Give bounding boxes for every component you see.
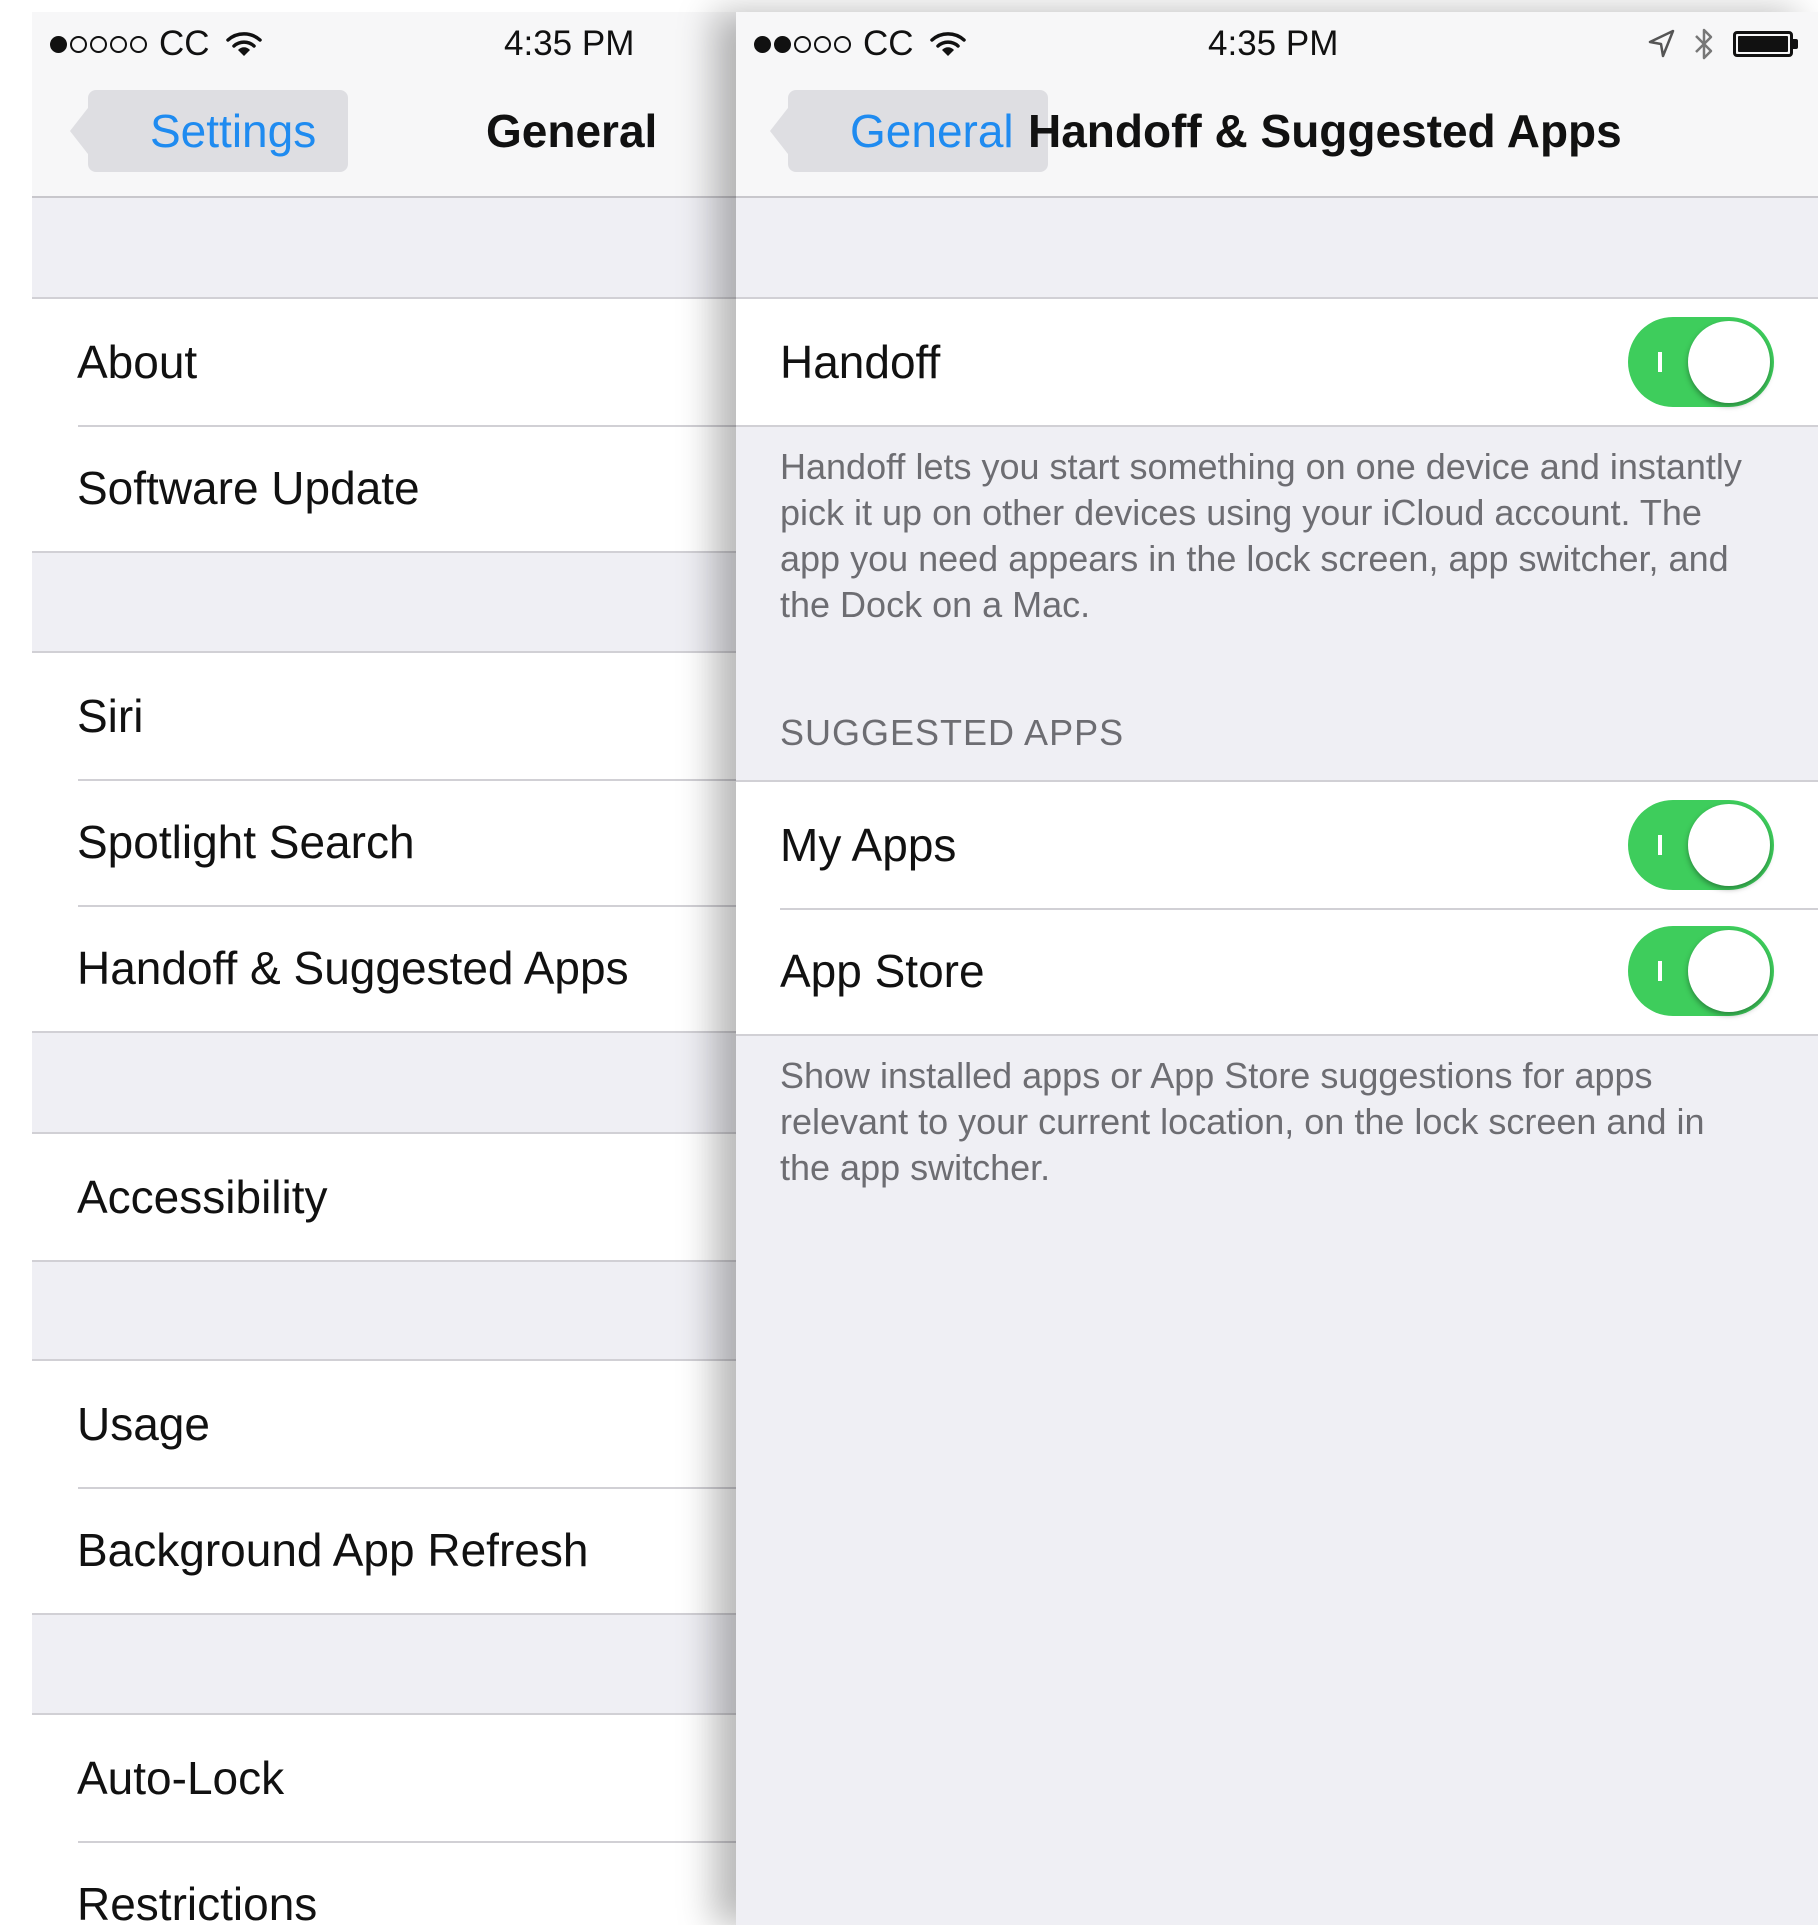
settings-row-handoff[interactable]: Handoff & Suggested Apps [32,905,757,1031]
back-button-settings[interactable]: Settings [70,90,348,172]
row-label: My Apps [780,819,957,871]
signal-strength-icon [50,35,147,53]
row-label: Spotlight Search [77,816,415,868]
settings-group-4: Usage Background App Refresh [32,1359,757,1615]
handoff-switch[interactable] [1628,317,1774,407]
row-label: App Store [780,945,985,997]
page-title: General [486,105,658,157]
my-apps-switch[interactable] [1628,800,1774,890]
settings-row-restrictions[interactable]: Restrictions [32,1841,757,1925]
row-label: Accessibility [77,1171,328,1223]
row-label: Auto-Lock [77,1752,285,1804]
row-label: Handoff & Suggested Apps [77,942,629,994]
battery-icon [1733,31,1798,57]
page-title: Handoff & Suggested Apps [1028,105,1622,157]
row-label: Software Update [77,462,420,514]
right-status-bar: CC 4:35 PM [736,22,1818,66]
settings-row-about[interactable]: About [32,299,757,425]
back-button-general[interactable]: General [770,90,1048,172]
settings-row-spotlight-search[interactable]: Spotlight Search [32,779,757,905]
settings-row-software-update[interactable]: Software Update [32,425,757,551]
app-store-switch[interactable] [1628,926,1774,1016]
row-label: Restrictions [77,1878,318,1925]
left-header: CC 4:35 PM Settings General [32,12,757,198]
settings-row-usage[interactable]: Usage [32,1361,757,1487]
general-settings-screen: CC 4:35 PM Settings General About Softwa… [32,12,757,1925]
right-header: CC 4:35 PM General Handoff & Suggested A… [736,12,1818,198]
back-button-label: Settings [150,105,317,157]
row-label: Siri [77,690,144,742]
handoff-group: Handoff [736,297,1818,427]
back-button-label: General [850,105,1014,157]
row-label: Handoff [780,336,941,388]
suggested-apps-group: My Apps App Store [736,780,1818,1036]
settings-row-background-app-refresh[interactable]: Background App Refresh [32,1487,757,1613]
handoff-settings-screen: CC 4:35 PM General Handoff & Suggested A… [736,12,1818,1925]
signal-strength-icon [754,35,851,53]
handoff-description: Handoff lets you start something on one … [780,446,1742,625]
settings-row-auto-lock[interactable]: Auto-Lock [32,1715,757,1841]
bluetooth-icon [1693,26,1715,62]
settings-row-my-apps: My Apps [736,782,1818,908]
settings-row-accessibility[interactable]: Accessibility [32,1134,757,1260]
settings-row-siri[interactable]: Siri [32,653,757,779]
carrier-label: CC [863,24,914,63]
wifi-icon [929,30,966,58]
suggested-apps-description: Show installed apps or App Store suggest… [780,1055,1705,1188]
settings-group-1: About Software Update [32,297,757,553]
screenshot-stage: CC 4:35 PM Settings General About Softwa… [0,0,1818,1925]
left-status-bar: CC 4:35 PM [32,22,757,66]
row-label: Background App Refresh [77,1524,589,1576]
row-label: About [77,336,198,388]
settings-group-3: Accessibility [32,1132,757,1262]
status-time: 4:35 PM [504,24,635,63]
settings-row-handoff-toggle: Handoff [736,299,1818,425]
suggested-apps-section-header: SUGGESTED APPS [780,712,1125,753]
location-arrow-icon [1647,29,1675,59]
settings-group-5: Auto-Lock Restrictions [32,1713,757,1925]
settings-row-app-store: App Store [736,908,1818,1034]
row-label: Usage [77,1398,210,1450]
settings-group-2: Siri Spotlight Search Handoff & Suggeste… [32,651,757,1033]
carrier-label: CC [159,24,210,63]
wifi-icon [225,30,262,58]
status-time: 4:35 PM [1208,24,1339,63]
